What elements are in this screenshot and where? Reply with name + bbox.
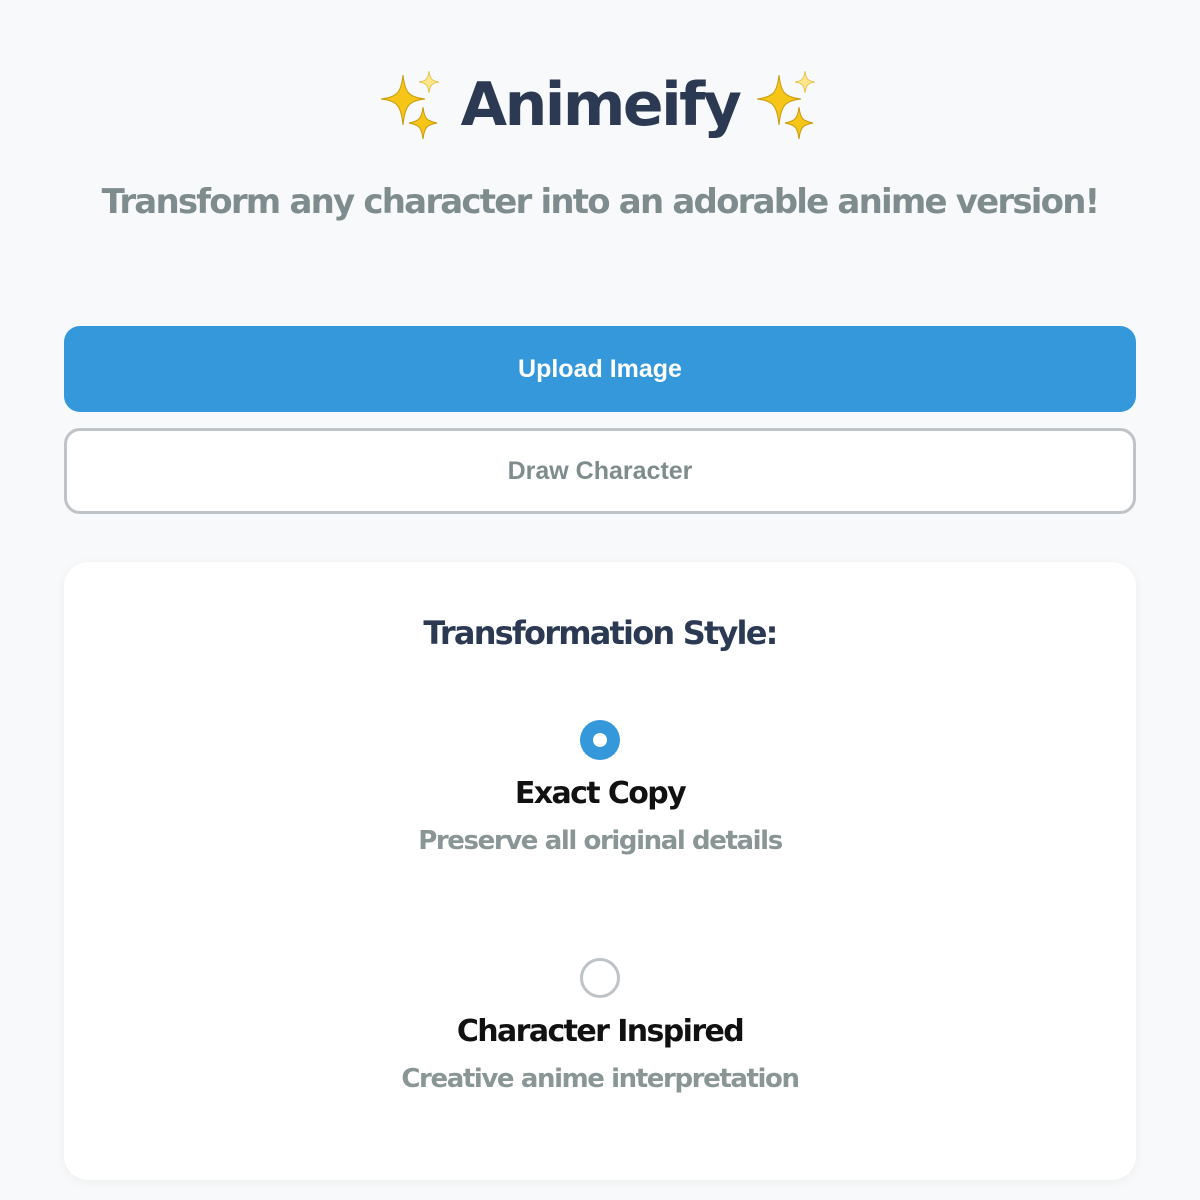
option-description: Creative anime interpretation: [401, 1064, 800, 1094]
option-label: Exact Copy: [514, 776, 687, 811]
sparkles-icon: [757, 70, 816, 140]
app-title: Animeify: [460, 70, 742, 140]
upload-image-button[interactable]: Upload Image: [64, 326, 1136, 412]
option-exact-copy[interactable]: Exact Copy Preserve all original details: [64, 720, 1136, 870]
option-description: Preserve all original details: [418, 826, 783, 856]
app-subtitle: Transform any character into an adorable…: [101, 182, 1100, 222]
panel-title: Transformation Style:: [423, 614, 778, 652]
option-character-inspired[interactable]: Character Inspired Creative anime interp…: [64, 958, 1136, 1108]
transformation-style-panel: Transformation Style: Exact Copy Preserv…: [64, 562, 1136, 1180]
title-row: Animeify: [0, 60, 1200, 150]
radio-exact-copy[interactable]: [580, 720, 620, 760]
sparkles-icon: [380, 70, 439, 140]
draw-character-button[interactable]: Draw Character: [64, 428, 1136, 514]
option-label: Character Inspired: [456, 1014, 745, 1049]
radio-character-inspired[interactable]: [580, 958, 620, 998]
app-header: Animeify: [0, 60, 1200, 150]
